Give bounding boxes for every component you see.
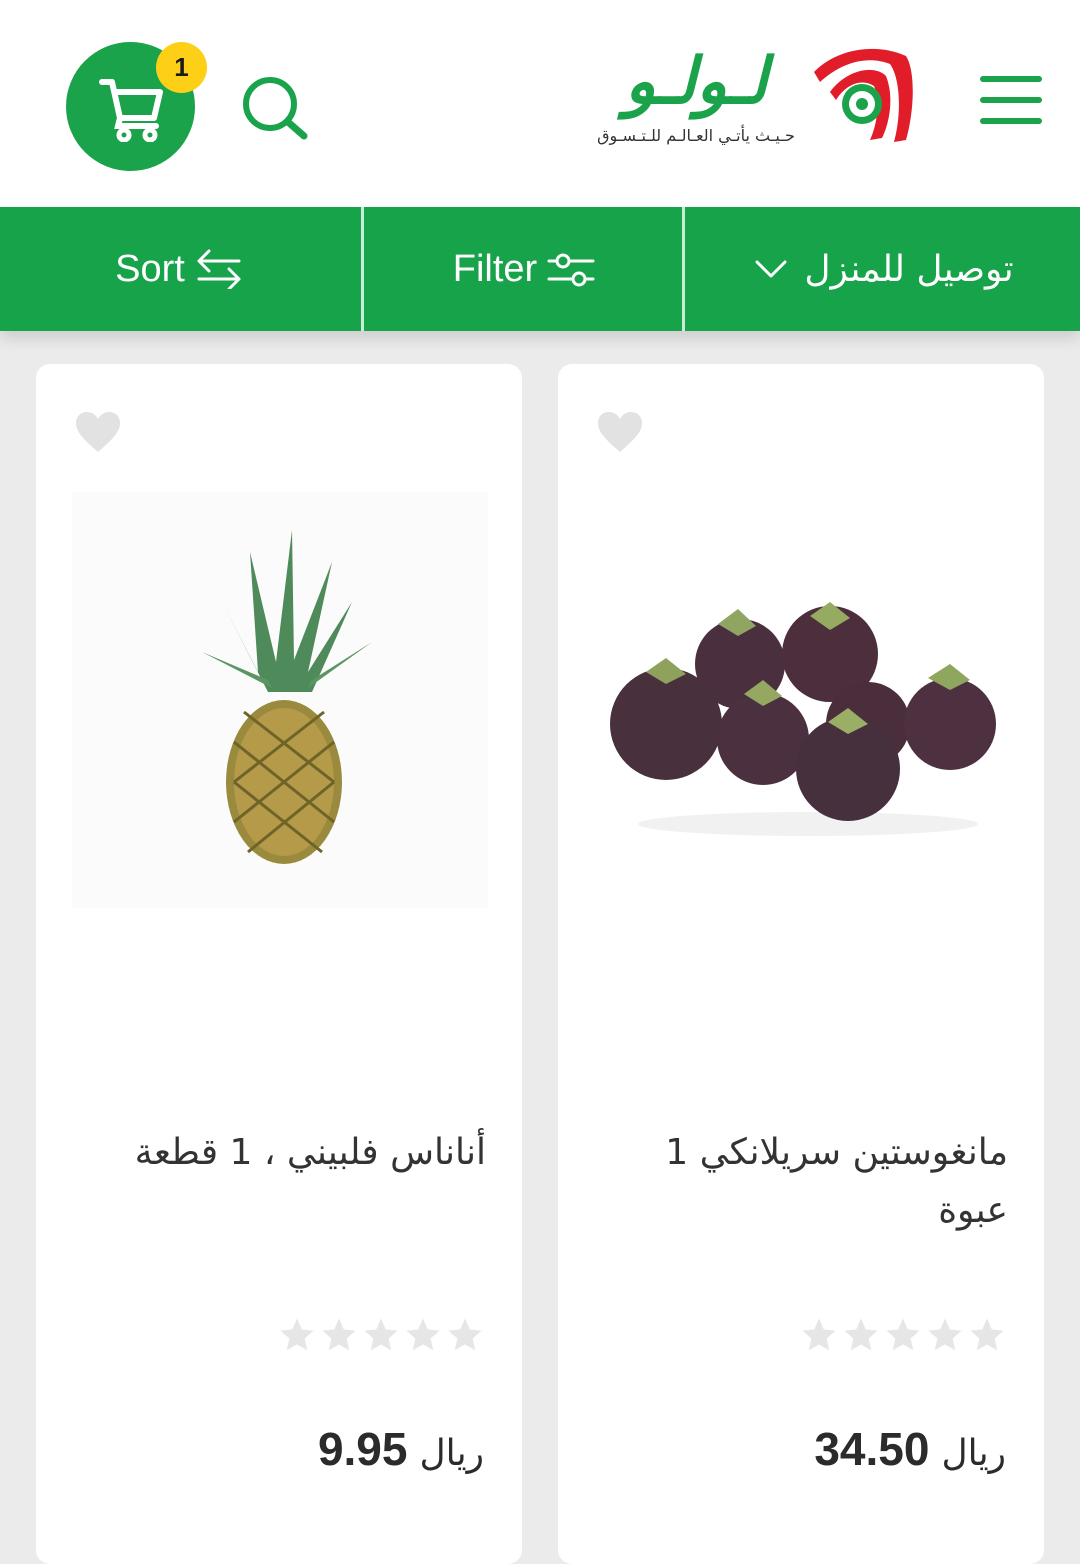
menu-icon-line [980, 97, 1042, 103]
sort-label: Sort [115, 247, 185, 290]
logo-text: لـولـو [624, 44, 770, 119]
price-currency: ريال [419, 1433, 484, 1474]
menu-icon [980, 76, 1042, 82]
star-icon [406, 1318, 440, 1351]
star-icon [280, 1318, 314, 1351]
chevron-down-icon [755, 260, 787, 278]
rating-stars [800, 1316, 1006, 1354]
delivery-mode-select[interactable]: توصيل للمنزل [682, 207, 1080, 331]
price-value: 9.95 [317, 1423, 408, 1475]
star-icon [970, 1318, 1004, 1351]
menu-icon-line [980, 118, 1042, 124]
listing-toolbar: Sort Filter توصيل للمنزل [0, 207, 1080, 331]
filter-label: Filter [452, 247, 538, 290]
logo-tagline: حـيـث يأتـي العـالـم للـتـسـوق [597, 126, 795, 145]
product-title[interactable]: أناناس فلبيني ، 1 قطعة [96, 1124, 486, 1182]
search-icon [243, 77, 308, 140]
product-price: ريال 9.95 [318, 1422, 484, 1476]
product-card[interactable]: أناناس فلبيني ، 1 قطعة ريال 9.95 [36, 364, 522, 1564]
product-title[interactable]: مانغوستين سريلانكي 1 عبوة [618, 1124, 1008, 1240]
price-currency: ريال [941, 1433, 1006, 1474]
price-value: 34.50 [814, 1423, 930, 1475]
sort-button[interactable]: Sort [0, 207, 358, 331]
app-header: 1 لـولـو حـيـث يأتـي العـالـم للـتـسـوق [0, 0, 1080, 207]
search-button[interactable] [238, 72, 318, 148]
star-icon [928, 1318, 962, 1351]
rating-stars [278, 1316, 484, 1354]
lulu-logo[interactable]: لـولـو حـيـث يأتـي العـالـم للـتـسـوق [585, 40, 930, 152]
product-image-mangosteen[interactable] [598, 574, 1008, 844]
menu-button[interactable] [976, 72, 1046, 128]
star-icon [448, 1318, 482, 1351]
product-image-pineapple[interactable] [72, 492, 488, 908]
product-price: ريال 34.50 [814, 1422, 1006, 1476]
star-icon [364, 1318, 398, 1351]
cart-count-badge: 1 [156, 42, 207, 93]
filter-sliders-icon [547, 253, 595, 287]
delivery-label: توصيل للمنزل [804, 248, 1014, 290]
star-icon [322, 1318, 356, 1351]
star-icon [802, 1318, 836, 1351]
cart-icon [99, 79, 163, 142]
star-icon [844, 1318, 878, 1351]
filter-button[interactable]: Filter [361, 207, 684, 331]
wishlist-heart-icon[interactable] [596, 410, 644, 454]
star-icon [886, 1318, 920, 1351]
logo-mark-icon [814, 48, 913, 142]
wishlist-heart-icon[interactable] [74, 410, 122, 454]
product-card[interactable]: مانغوستين سريلانكي 1 عبوة ريال 34.50 [558, 364, 1044, 1564]
sort-arrows-icon [197, 249, 241, 289]
